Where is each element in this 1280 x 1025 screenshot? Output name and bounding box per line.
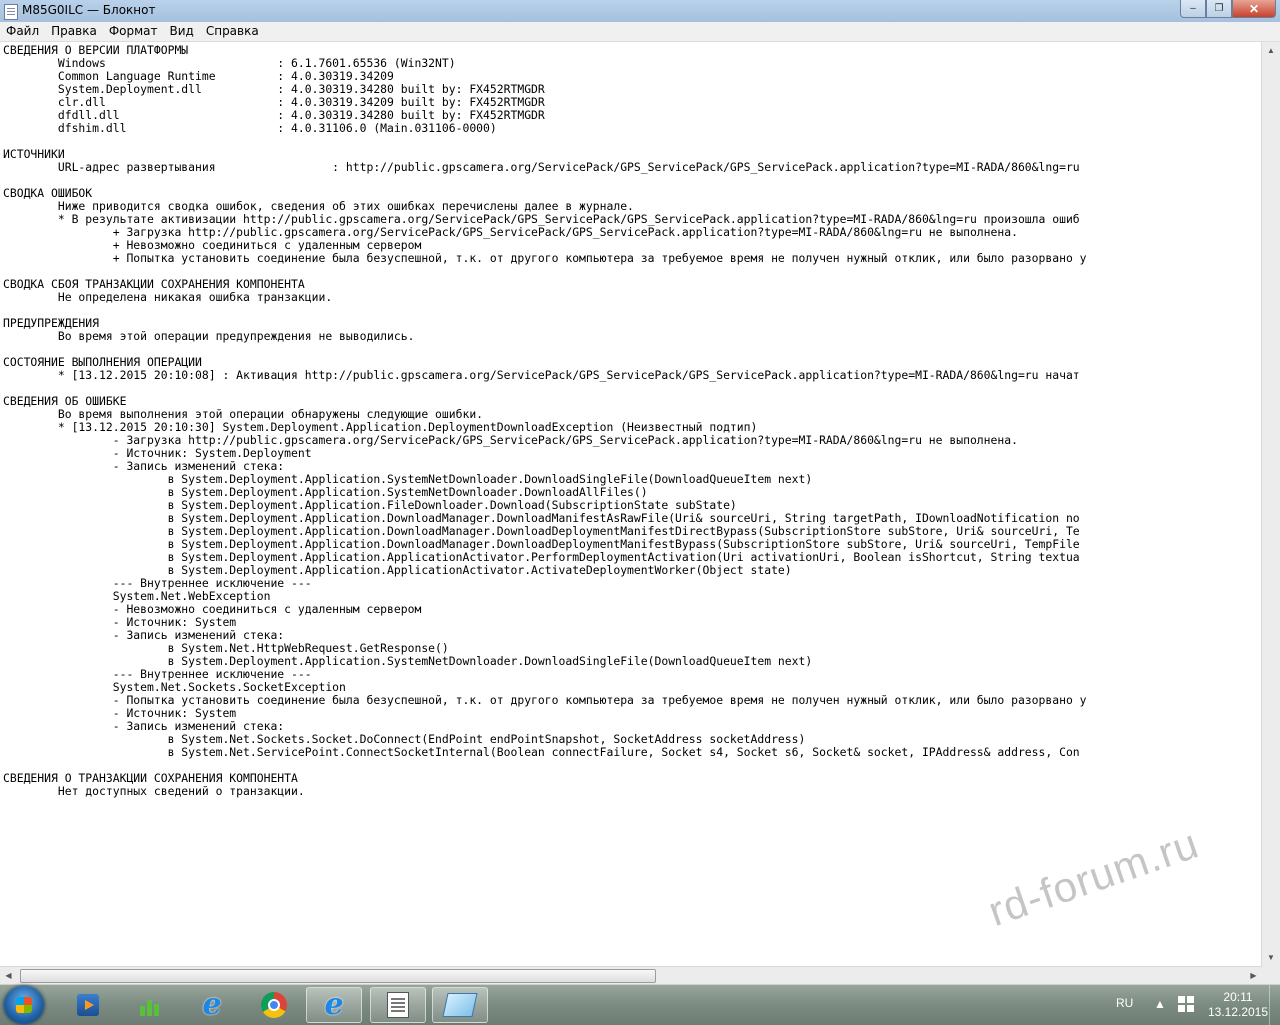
language-indicator[interactable]: RU (1116, 996, 1133, 1010)
document-line: в System.Deployment.Application.SystemNe… (167, 654, 813, 668)
clock[interactable]: 20:11 13.12.2015 (1198, 990, 1278, 1020)
start-button[interactable] (4, 986, 44, 1024)
document-line: Во время выполнения этой операции обнару… (57, 407, 484, 421)
document-line: в System.Deployment.Application.Download… (167, 537, 1080, 551)
horizontal-scroll-thumb[interactable] (20, 969, 656, 983)
scroll-left-arrow-icon[interactable]: ◀ (0, 967, 17, 984)
document-line: Не определена никакая ошибка транзакции. (57, 290, 333, 304)
taskbar-chrome[interactable] (246, 987, 302, 1023)
text-editor[interactable]: СВЕДЕНИЯ О ВЕРСИИ ПЛАТФОРМЫ Windows : 6.… (0, 42, 1262, 966)
notepad-icon (387, 992, 409, 1018)
taskbar-media-player[interactable] (60, 987, 116, 1023)
document-line: Common Language Runtime : 4.0.30319.3420… (57, 69, 394, 83)
document-line: СВОДКА СБОЯ ТРАНЗАКЦИИ СОХРАНЕНИЯ КОМПОН… (3, 277, 305, 291)
document-line: - Невозможно соединиться с удаленным сер… (112, 602, 422, 616)
document-line: clr.dll : 4.0.30319.34209 built by: FX45… (57, 95, 545, 109)
taskbar-notepad[interactable] (370, 987, 426, 1023)
document-line: dfshim.dll : 4.0.31106.0 (Main.031106-00… (57, 121, 497, 135)
document-line: в System.Deployment.Application.Applicat… (167, 563, 792, 577)
chrome-icon (261, 992, 287, 1018)
close-button[interactable]: ✕ (1232, 0, 1276, 18)
document-line: СОСТОЯНИЕ ВЫПОЛНЕНИЯ ОПЕРАЦИИ (3, 355, 202, 369)
document-line: ИСТОЧНИКИ (3, 147, 65, 161)
scroll-right-arrow-icon[interactable]: ▶ (1245, 967, 1262, 984)
window-title: M85G0ILC — Блокнот (22, 3, 156, 17)
menu-edit[interactable]: Правка (45, 22, 103, 41)
horizontal-scrollbar[interactable]: ◀ ▶ (0, 966, 1262, 984)
document-line: СВЕДЕНИЯ ОБ ОШИБКЕ (3, 394, 127, 408)
taskbar-internet-explorer-2[interactable]: e (306, 987, 362, 1023)
document-line: + Попытка установить соединение была без… (112, 251, 1087, 265)
document-line: --- Внутреннее исключение --- (112, 576, 312, 590)
document-line: в System.Deployment.Application.Download… (167, 524, 1080, 538)
notepad-window: M85G0ILC — Блокнот ‒ ❐ ✕ Файл Правка Фор… (0, 0, 1280, 984)
document-line: System.Net.Sockets.SocketException (112, 680, 346, 694)
document-line: - Попытка установить соединение была без… (112, 693, 1087, 707)
tray-expand-icon[interactable]: ▲ (1154, 997, 1166, 1011)
document-line: в System.Deployment.Application.SystemNe… (167, 485, 648, 499)
document-line: + Невозможно соединиться с удаленным сер… (112, 238, 422, 252)
document-line: СВЕДЕНИЯ О ВЕРСИИ ПЛАТФОРМЫ (3, 43, 189, 57)
document-text[interactable]: СВЕДЕНИЯ О ВЕРСИИ ПЛАТФОРМЫ Windows : 6.… (0, 42, 1262, 798)
document-line: * [13.12.2015 20:10:08] : Активация http… (57, 368, 1080, 382)
taskbar-internet-explorer[interactable]: e (184, 987, 240, 1023)
document-line: в System.Deployment.Application.Download… (167, 511, 1080, 525)
show-desktop-button[interactable] (1269, 985, 1280, 1025)
ie-icon: e (324, 987, 344, 1022)
document-line: Windows : 6.1.7601.65536 (Win32NT) (57, 56, 456, 70)
maximize-button[interactable]: ❐ (1206, 0, 1232, 18)
document-line: СВОДКА ОШИБОК (3, 186, 93, 200)
document-line: - Запись изменений стека: (112, 719, 285, 733)
document-line: + Загрузка http://public.gpscamera.org/S… (112, 225, 1018, 239)
document-line: - Источник: System.Deployment (112, 446, 312, 460)
title-bar[interactable]: M85G0ILC — Блокнот ‒ ❐ ✕ (0, 0, 1280, 23)
vertical-scrollbar[interactable]: ▲ ▼ (1261, 42, 1280, 966)
document-line: - Запись изменений стека: (112, 628, 285, 642)
taskbar-editor[interactable] (432, 987, 488, 1023)
menu-view[interactable]: Вид (164, 22, 200, 41)
document-line: СВЕДЕНИЯ О ТРАНЗАКЦИИ СОХРАНЕНИЯ КОМПОНЕ… (3, 771, 298, 785)
document-line: - Источник: System (112, 706, 237, 720)
menu-bar: Файл Правка Формат Вид Справка (0, 22, 1280, 42)
minimize-button[interactable]: ‒ (1180, 0, 1206, 18)
window-controls: ‒ ❐ ✕ (1180, 0, 1276, 18)
document-line: в System.Deployment.Application.FileDown… (167, 498, 737, 512)
ie-icon: e (202, 987, 222, 1022)
document-line: Ниже приводится сводка ошибок, сведения … (57, 199, 634, 213)
menu-file[interactable]: Файл (0, 22, 45, 41)
menu-format[interactable]: Формат (103, 22, 164, 41)
notepad-app-icon[interactable] (4, 4, 18, 20)
system-tray: RU ▲ 20:11 13.12.2015 (1110, 985, 1280, 1025)
document-line: * [13.12.2015 20:10:30] System.Deploymen… (57, 420, 758, 434)
document-line: - Запись изменений стека: (112, 459, 285, 473)
scroll-up-arrow-icon[interactable]: ▲ (1262, 42, 1280, 59)
document-line: в System.Net.ServicePoint.ConnectSocketI… (167, 745, 1080, 759)
document-line: dfdll.dll : 4.0.30319.34280 built by: FX… (57, 108, 545, 122)
document-line: --- Внутреннее исключение --- (112, 667, 312, 681)
document-line: в System.Net.Sockets.Socket.DoConnect(En… (167, 732, 806, 746)
document-line: - Загрузка http://public.gpscamera.org/S… (112, 433, 1018, 447)
document-line: * В результате активизации http://public… (57, 212, 1080, 226)
document-line: Во время этой операции предупреждения не… (57, 329, 415, 343)
document-line: в System.Net.HttpWebRequest.GetResponse(… (167, 641, 449, 655)
document-line: в System.Deployment.Application.SystemNe… (167, 472, 813, 486)
document-line: System.Deployment.dll : 4.0.30319.34280 … (57, 82, 545, 96)
menu-help[interactable]: Справка (200, 22, 265, 41)
taskbar-task-manager[interactable] (122, 987, 178, 1023)
document-line: - Источник: System (112, 615, 237, 629)
document-line: в System.Deployment.Application.Applicat… (167, 550, 1080, 564)
document-line: Нет доступных сведений о транзакции. (57, 784, 305, 798)
chart-icon (138, 994, 162, 1016)
windows-flag-icon[interactable] (1178, 996, 1194, 1012)
document-line: System.Net.WebException (112, 589, 271, 603)
size-grip[interactable] (1262, 966, 1280, 984)
clock-date: 13.12.2015 (1207, 1005, 1269, 1019)
taskbar: e e RU ▲ 20:11 13.12.2015 (0, 984, 1280, 1025)
media-player-icon (77, 994, 99, 1016)
editor-icon (442, 993, 478, 1017)
scroll-down-arrow-icon[interactable]: ▼ (1262, 949, 1280, 966)
clock-time: 20:11 (1223, 990, 1253, 1004)
document-line: ПРЕДУПРЕЖДЕНИЯ (3, 316, 100, 330)
document-line: URL-адрес развертывания : http://public.… (57, 160, 1080, 174)
